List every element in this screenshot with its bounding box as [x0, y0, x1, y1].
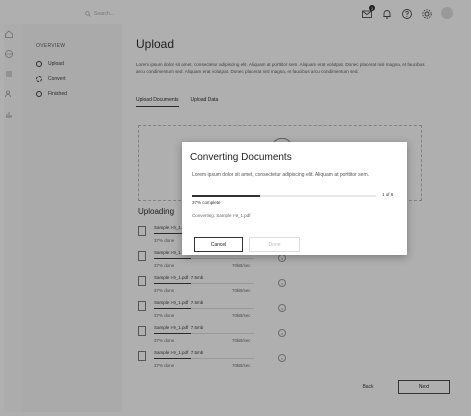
converting-status: Converting: Sample I-9_1.pdf	[192, 213, 251, 218]
progress-fill	[192, 195, 261, 197]
cancel-button[interactable]: Cancel	[194, 237, 243, 252]
converting-dialog: Converting Documents Lorem ipsum dolor s…	[182, 142, 407, 255]
dialog-description: Lorem ipsum dolor sit amet, consectetur …	[192, 172, 370, 178]
progress-bar	[192, 195, 376, 197]
progress-count: 1 of 6	[382, 192, 394, 197]
progress-percent: 37% complete	[192, 200, 221, 205]
done-button[interactable]: Done	[249, 237, 300, 252]
dialog-title: Converting Documents	[190, 152, 292, 163]
